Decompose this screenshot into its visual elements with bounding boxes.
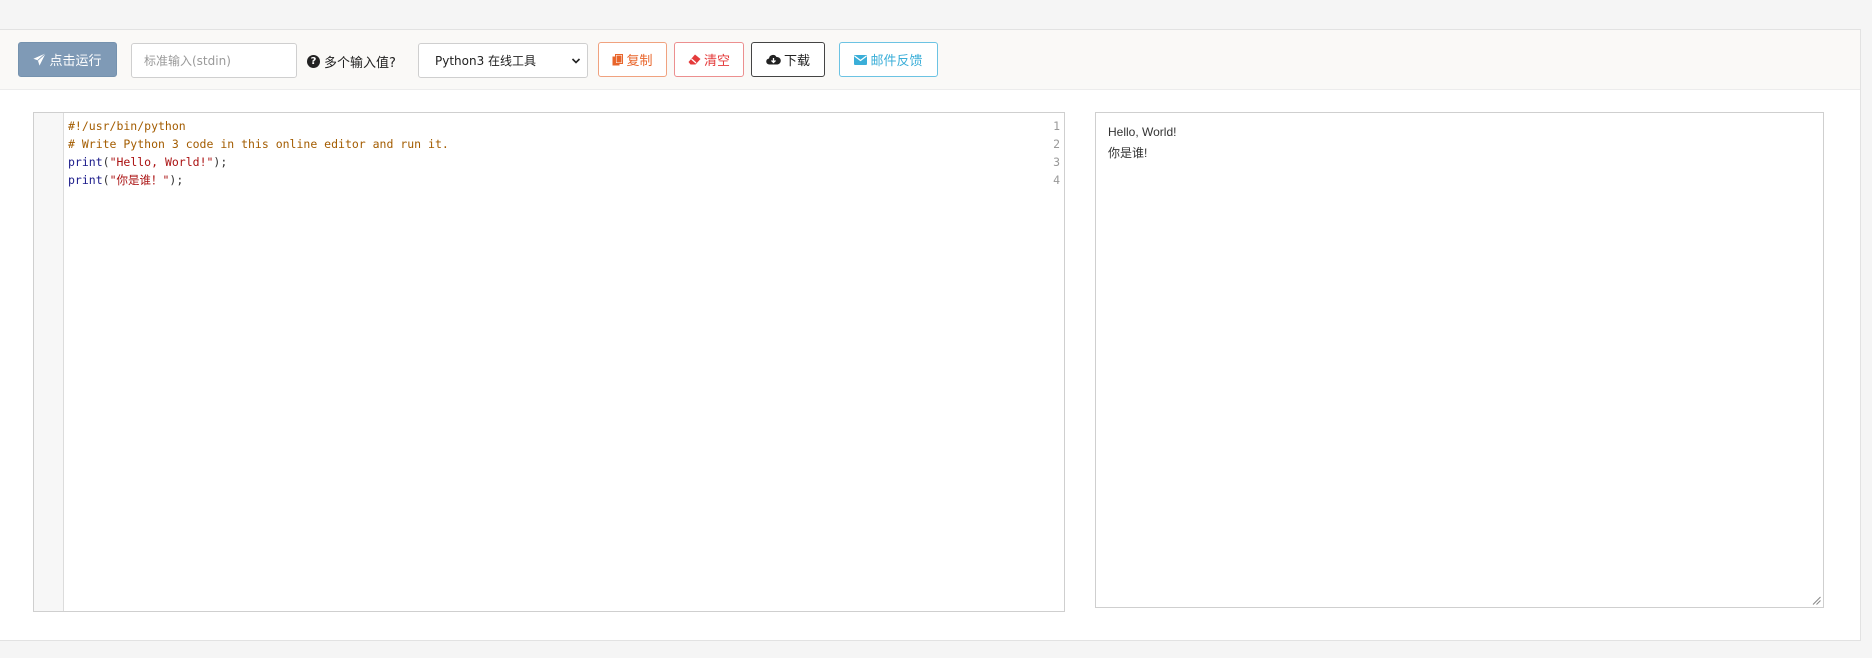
mail-feedback-button[interactable]: 邮件反馈 [839, 42, 938, 77]
chevron-down-icon [571, 58, 581, 64]
language-select-value: Python3 在线工具 [435, 54, 537, 68]
code-line[interactable]: 4 print("你是谁！"); [34, 171, 1064, 189]
code-text: # Write Python 3 code in this online edi… [68, 137, 449, 151]
code-text: #!/usr/bin/python [68, 119, 186, 133]
code-string: "Hello, World!" [109, 155, 214, 169]
code-keyword: print [68, 173, 103, 187]
code-keyword: print [68, 155, 103, 169]
run-button[interactable]: 点击运行 [18, 42, 117, 77]
multi-input-label: 多个输入值? [324, 56, 396, 71]
envelope-icon [854, 54, 868, 65]
code-punctuation: ); [169, 173, 184, 187]
clear-button-label: 清空 [703, 54, 730, 69]
code-line[interactable]: 3 print("Hello, World!"); [34, 153, 1064, 171]
paper-plane-icon [33, 53, 47, 66]
code-line[interactable]: 2 # Write Python 3 code in this online e… [34, 135, 1064, 153]
line-number: 4 [1053, 173, 1060, 187]
question-circle-icon: ? [307, 55, 320, 68]
code-editor[interactable]: 1 #!/usr/bin/python 2 # Write Python 3 c… [33, 112, 1065, 612]
copy-button-label: 复制 [626, 54, 653, 69]
mail-feedback-button-label: 邮件反馈 [870, 54, 923, 69]
output-line: Hello, World! [1108, 125, 1177, 139]
line-number: 2 [1053, 137, 1060, 151]
clear-button[interactable]: 清空 [674, 42, 744, 77]
output-area[interactable]: Hello, World! 你是谁! [1095, 112, 1824, 608]
main-panel: 点击运行 ? 多个输入值? Python3 在线工具 复制 [0, 29, 1861, 641]
line-number: 1 [1053, 119, 1060, 133]
code-text: print("Hello, World!"); [68, 153, 227, 171]
line-number: 3 [1053, 155, 1060, 169]
code-text: print("你是谁！"); [68, 171, 183, 189]
copy-icon [612, 53, 624, 65]
toolbar: 点击运行 ? 多个输入值? Python3 在线工具 复制 [0, 30, 1860, 90]
code-line[interactable]: 1 #!/usr/bin/python [34, 117, 1064, 135]
copy-button[interactable]: 复制 [598, 42, 667, 77]
run-button-label: 点击运行 [49, 54, 102, 69]
stdin-input[interactable] [131, 43, 297, 78]
multi-input-help[interactable]: ? 多个输入值? [307, 52, 396, 71]
code-string: "你是谁！" [109, 173, 170, 187]
code-punctuation: ( [102, 173, 110, 187]
output-line: 你是谁! [1108, 146, 1148, 160]
language-select[interactable]: Python3 在线工具 [418, 43, 588, 78]
code-punctuation: ( [102, 155, 110, 169]
download-button-label: 下载 [783, 54, 810, 69]
code-punctuation: ); [213, 155, 228, 169]
download-button[interactable]: 下载 [751, 42, 825, 77]
resize-handle-icon[interactable] [1812, 596, 1821, 605]
eraser-icon [688, 54, 701, 65]
cloud-download-icon [766, 54, 781, 65]
